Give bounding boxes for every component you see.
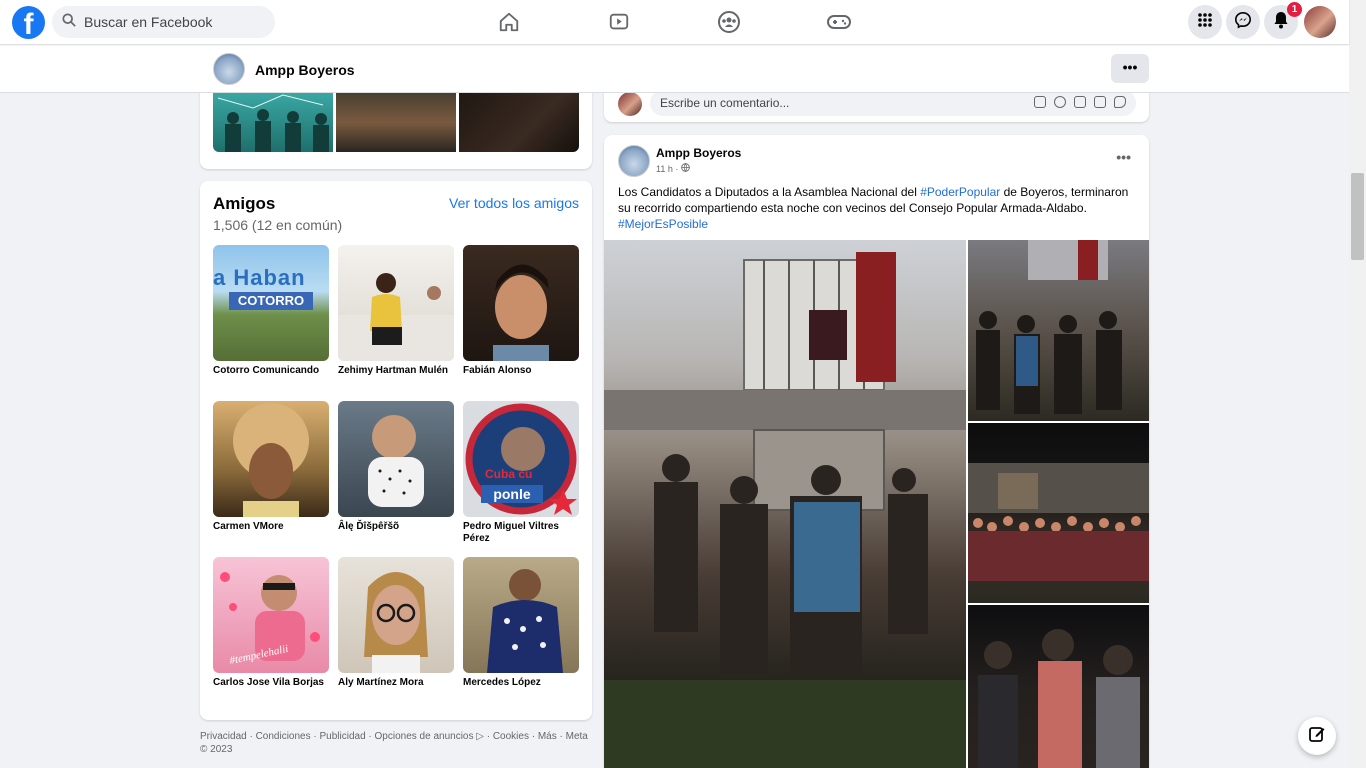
watch-icon[interactable] bbox=[605, 8, 633, 36]
post-options-button[interactable]: ••• bbox=[1116, 149, 1131, 165]
commenter-avatar bbox=[618, 92, 642, 116]
post-text-part: Los Candidatos a Diputados a la Asamblea… bbox=[618, 185, 921, 199]
friend-photo[interactable]: #tempelehalii bbox=[213, 557, 329, 673]
page-header-bar: Ampp Boyeros ••• bbox=[0, 45, 1349, 93]
post-photo[interactable] bbox=[968, 605, 1149, 768]
post-time-text: 11 h · bbox=[656, 164, 679, 174]
comment-placeholder: Escribe un comentario... bbox=[660, 96, 790, 110]
friend-name[interactable]: Carlos Jose Vila Borjas bbox=[213, 677, 329, 689]
friend-photo[interactable] bbox=[213, 401, 329, 517]
home-icon[interactable] bbox=[495, 8, 523, 36]
friend-tile[interactable]: a Haban COTORRO Cotorro Comunicando bbox=[213, 245, 329, 377]
comment-input[interactable]: Escribe un comentario... bbox=[650, 90, 1136, 116]
messenger-icon bbox=[1234, 11, 1252, 34]
photo-thumbnail[interactable] bbox=[336, 93, 456, 152]
friend-name[interactable]: Zehimy Hartman Mulén bbox=[338, 365, 454, 377]
gif-icon[interactable] bbox=[1094, 96, 1106, 108]
photos-card bbox=[200, 80, 592, 169]
photo-thumbnail[interactable] bbox=[213, 93, 333, 152]
compose-icon bbox=[1308, 725, 1326, 748]
friend-photo-label: COTORRO bbox=[229, 292, 313, 310]
friend-photo[interactable]: a Haban COTORRO bbox=[213, 245, 329, 361]
page-scrollbar[interactable] bbox=[1349, 0, 1366, 768]
friend-photo[interactable] bbox=[463, 557, 579, 673]
hashtag-link[interactable]: #MejorEsPosible bbox=[618, 217, 708, 231]
friends-count: 1,506 (12 en común) bbox=[213, 217, 343, 233]
globe-icon bbox=[681, 163, 690, 174]
post-text: Los Candidatos a Diputados a la Asamblea… bbox=[618, 184, 1138, 232]
friend-photo-text: a Haban bbox=[213, 265, 306, 290]
friend-tile[interactable]: Fabián Alonso bbox=[463, 245, 579, 377]
friends-card: Amigos 1,506 (12 en común) Ver todos los… bbox=[200, 181, 592, 720]
page-avatar[interactable] bbox=[213, 53, 245, 85]
friend-tile[interactable]: Aly Martínez Mora bbox=[338, 557, 454, 689]
bell-icon bbox=[1273, 11, 1289, 34]
camera-icon[interactable] bbox=[1074, 96, 1086, 108]
grid-menu-icon bbox=[1197, 12, 1213, 33]
friend-name[interactable]: Carmen VMore bbox=[213, 521, 329, 533]
friend-photo[interactable]: Cuba cu ponle bbox=[463, 401, 579, 517]
post-author-avatar[interactable] bbox=[618, 145, 650, 177]
friend-photo-label: ponle bbox=[481, 485, 543, 503]
friends-title: Amigos bbox=[213, 194, 276, 213]
friend-name[interactable]: Cotorro Comunicando bbox=[213, 365, 329, 377]
friend-photo[interactable] bbox=[338, 401, 454, 517]
friend-photo[interactable] bbox=[463, 245, 579, 361]
friend-name[interactable]: Mercedes López bbox=[463, 677, 579, 689]
post-photo-main[interactable] bbox=[604, 240, 966, 768]
friend-tile[interactable]: Mercedes López bbox=[463, 557, 579, 689]
friend-tile[interactable]: Âlę Ďîšpêřšõ bbox=[338, 401, 454, 533]
groups-icon[interactable] bbox=[715, 8, 743, 36]
friend-name[interactable]: Pedro Miguel Viltres Pérez bbox=[463, 521, 579, 545]
friend-name[interactable]: Âlę Ďîšpêřšõ bbox=[338, 521, 454, 533]
search-icon bbox=[62, 12, 76, 32]
gaming-icon[interactable] bbox=[825, 8, 853, 36]
search-input[interactable] bbox=[84, 14, 264, 30]
friend-photo-text: Cuba cu bbox=[485, 467, 533, 481]
new-message-button[interactable] bbox=[1298, 717, 1336, 755]
post-photo[interactable] bbox=[968, 423, 1149, 603]
menu-button[interactable] bbox=[1188, 5, 1222, 39]
friend-tile[interactable]: #tempelehalii Carlos Jose Vila Borjas bbox=[213, 557, 329, 689]
friend-tile[interactable]: Zehimy Hartman Mulén bbox=[338, 245, 454, 377]
post-photo[interactable] bbox=[968, 240, 1149, 421]
notifications-button[interactable]: 1 bbox=[1264, 2, 1302, 39]
friend-photo[interactable] bbox=[338, 557, 454, 673]
search-box[interactable] bbox=[52, 6, 275, 38]
page-more-button[interactable]: ••• bbox=[1111, 54, 1149, 83]
avatar-sticker-icon[interactable] bbox=[1034, 96, 1046, 108]
facebook-logo[interactable]: f bbox=[12, 6, 45, 39]
sticker-icon[interactable] bbox=[1114, 96, 1126, 108]
post-timestamp[interactable]: 11 h · bbox=[656, 163, 690, 174]
messenger-button[interactable] bbox=[1226, 5, 1260, 39]
emoji-icon[interactable] bbox=[1054, 96, 1066, 108]
top-navigation-bar: f 1 bbox=[0, 0, 1349, 44]
footer-links[interactable]: Privacidad · Condiciones · Publicidad · … bbox=[200, 730, 592, 756]
hashtag-link[interactable]: #PoderPopular bbox=[920, 185, 1000, 199]
profile-avatar[interactable] bbox=[1304, 6, 1336, 38]
page-name[interactable]: Ampp Boyeros bbox=[255, 62, 355, 78]
friend-photo[interactable] bbox=[338, 245, 454, 361]
post-author-name[interactable]: Ampp Boyeros bbox=[656, 146, 741, 160]
friend-name[interactable]: Fabián Alonso bbox=[463, 365, 579, 377]
notification-badge: 1 bbox=[1287, 2, 1302, 17]
post-card: Ampp Boyeros 11 h · ••• Los Candidatos a… bbox=[604, 135, 1149, 768]
see-all-friends-link[interactable]: Ver todos los amigos bbox=[449, 195, 579, 211]
photo-thumbnail[interactable] bbox=[459, 93, 579, 152]
scrollbar-thumb[interactable] bbox=[1351, 173, 1364, 260]
friend-tile[interactable]: Carmen VMore bbox=[213, 401, 329, 533]
friend-name[interactable]: Aly Martínez Mora bbox=[338, 677, 454, 689]
friend-tile[interactable]: Cuba cu ponle Pedro Miguel Viltres Pérez bbox=[463, 401, 579, 545]
